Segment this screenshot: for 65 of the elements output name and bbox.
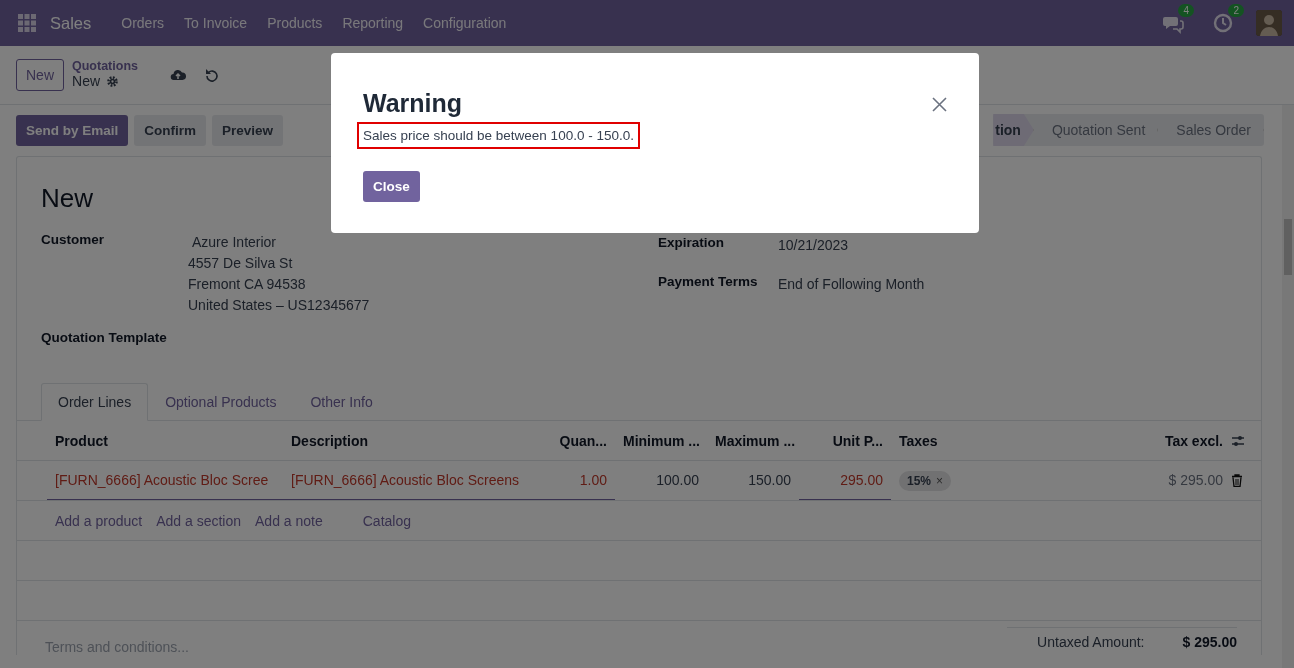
notification-badge: 4 (1178, 4, 1194, 17)
table-cell-text: $ 295.00 (1167, 471, 1224, 490)
menu-item[interactable]: To Invoice (174, 15, 258, 31)
status-stage[interactable]: tion (993, 114, 1034, 146)
add-line-link[interactable]: Catalog (362, 512, 411, 529)
field-label: Expiration (658, 235, 725, 252)
column-header[interactable]: Tax excl. (1101, 432, 1231, 449)
menu-item[interactable]: Orders (111, 15, 175, 31)
address-line: 4557 De Silva St (188, 254, 294, 273)
breadcrumb-link[interactable]: Quotations (72, 60, 138, 75)
avatar-icon[interactable] (1256, 10, 1282, 36)
field-label: Quotation Template (41, 330, 167, 345)
scrollbar[interactable] (1282, 105, 1294, 668)
clock-icon (1212, 12, 1234, 34)
cloud-upload-icon[interactable] (170, 67, 186, 83)
table-cell[interactable]: 1.00 (547, 461, 615, 500)
warning-message: Sales price should be between 100.0 - 150.0. (357, 122, 640, 149)
add-line-link[interactable]: Add a product (55, 512, 143, 529)
action-button[interactable]: Send by Email (16, 114, 129, 146)
column-header[interactable]: Description (283, 432, 547, 449)
table-cell[interactable]: [FURN_6666] Acoustic Bloc Screens (283, 461, 547, 500)
column-header[interactable]: Maximum ... (707, 432, 799, 449)
column-header[interactable]: Taxes (891, 432, 1101, 449)
total-value: $ 295.00 (1182, 634, 1237, 652)
settings-icon[interactable] (106, 75, 120, 89)
tab[interactable]: Optional Products (148, 383, 294, 421)
field-label: Payment Terms (658, 274, 759, 291)
add-line-link[interactable]: Add a section (156, 512, 241, 529)
tax-tag: 15% × (899, 470, 952, 491)
notification-badge: 2 (1228, 4, 1244, 17)
customer-name[interactable]: Azure Interior (188, 232, 370, 253)
table-cell[interactable]: 100.00 (615, 461, 707, 500)
add-line-link[interactable]: Add a note (255, 512, 323, 529)
column-header[interactable]: Quan... (547, 432, 615, 449)
action-button[interactable]: Preview (212, 114, 284, 146)
table-cell[interactable]: 295.00 (799, 461, 891, 500)
address-line: Fremont CA 94538 (188, 275, 307, 294)
remove-tag-button[interactable]: × (936, 472, 944, 489)
column-header[interactable]: Minimum ... (615, 432, 707, 449)
menu-item[interactable]: Configuration (413, 15, 517, 31)
address-line: United States – US12345677 (188, 296, 370, 315)
undo-icon[interactable] (204, 67, 220, 83)
tab[interactable]: Order Lines (41, 383, 149, 421)
dialog-title: Warning (363, 89, 463, 118)
trash-icon[interactable] (1231, 474, 1243, 487)
column-header[interactable]: Unit P... (799, 432, 891, 449)
app-name[interactable]: Sales (50, 13, 92, 33)
column-settings-icon[interactable] (1231, 433, 1245, 448)
apps-menu-icon[interactable] (18, 14, 36, 32)
table-cell[interactable]: [FURN_6666] Acoustic Bloc Scree (47, 461, 283, 500)
table-cell[interactable]: 150.00 (707, 461, 799, 500)
record-name: New (72, 74, 101, 90)
close-icon[interactable] (932, 97, 947, 112)
record-title: New (41, 183, 93, 214)
action-button[interactable]: Confirm (134, 114, 207, 146)
field-value[interactable]: End of Following Month (778, 274, 925, 295)
field-label: Customer (41, 232, 105, 249)
total-label: Untaxed Amount: (1037, 634, 1145, 652)
menu-item[interactable]: Products (257, 15, 333, 31)
field-value[interactable]: 10/21/2023 (778, 235, 849, 256)
new-button[interactable]: New (16, 59, 64, 91)
column-header[interactable]: Product (47, 432, 283, 449)
menu-item[interactable]: Reporting (332, 15, 414, 31)
close-button[interactable]: Close (363, 171, 420, 202)
tab[interactable]: Other Info (293, 383, 390, 421)
